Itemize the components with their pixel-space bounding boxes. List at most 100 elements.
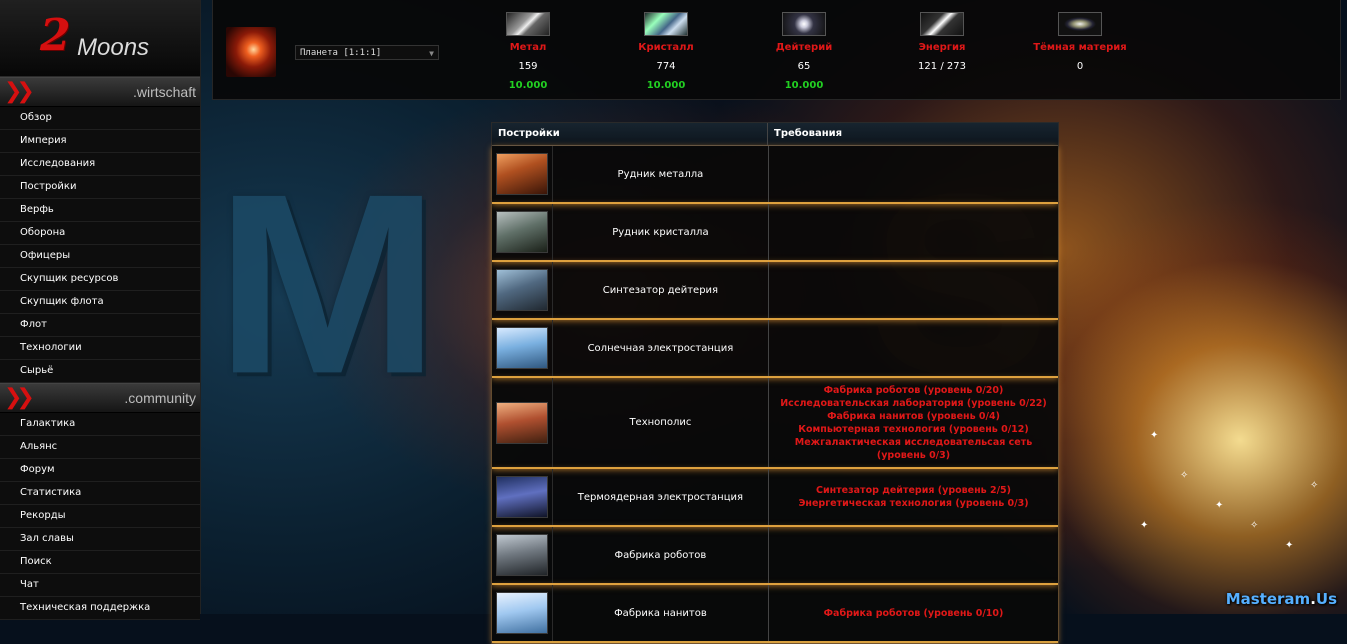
menu-item-technologies[interactable]: Технологии [0,337,200,360]
menu-item-alliance[interactable]: Альянс [0,436,200,459]
menu-section-title: .community [124,390,196,406]
building-name[interactable]: Термоядерная электростанция [553,469,770,525]
requirements-cell [769,527,1058,583]
building-image[interactable] [495,327,548,369]
resource-name: Тёмная материя [1033,42,1127,53]
building-image[interactable] [495,476,548,518]
table-row: Рудник металла [492,146,1058,204]
menu-item-galaxy[interactable]: Галактика [0,413,200,436]
menu-item-research[interactable]: Исследования [0,153,200,176]
table-row: Термоядерная электростанция Синтезатор д… [492,469,1058,527]
requirement-line: Фабрика нанитов (уровень 0/4) [827,410,1000,422]
resource-name: Энергия [918,42,966,53]
menu-item-officers[interactable]: Офицеры [0,245,200,268]
resource-dark-matter: Тёмная материя 0 [1010,12,1150,92]
menu-item-statistics[interactable]: Статистика [0,482,200,505]
building-name[interactable]: Рудник кристалла [553,204,770,260]
menu-item-forum[interactable]: Форум [0,459,200,482]
sparkle-icon: ✧ [1250,520,1259,531]
left-menu: 2 Moons ❯❯ .wirtschaft Обзор Империя Исс… [0,0,201,620]
resource-metal: Метал 159 10.000 [458,12,598,92]
resource-capacity [1010,80,1150,92]
table-header: Постройки Требования [492,123,1058,146]
menu-item-fleet-trader[interactable]: Скупщик флота [0,291,200,314]
building-name[interactable]: Фабрика нанитов [553,585,770,641]
menu-item-buildings[interactable]: Постройки [0,176,200,199]
background-logo-art: M [215,141,440,428]
requirements-cell [769,146,1058,202]
menu-section-header-community: ❯❯ .community [0,383,200,413]
building-name[interactable]: Солнечная электростанция [553,320,770,376]
energy-icon [920,12,964,36]
planet-image[interactable] [226,27,276,77]
requirements-cell: Фабрика роботов (уровень 0/20) Исследова… [769,378,1058,467]
building-image[interactable] [495,269,548,311]
menu-item-hall-of-fame[interactable]: Зал славы [0,528,200,551]
planet-select[interactable]: Планета [1:1:1] ▼ [295,45,439,60]
requirement-line: Фабрика роботов (уровень 0/10) [823,607,1004,619]
planet-select-value: Планета [1:1:1] [300,48,382,58]
column-header-buildings: Постройки [492,123,768,145]
double-chevron-icon: ❯❯ [4,79,35,104]
menu-item-defense[interactable]: Оборона [0,222,200,245]
crystal-icon [644,12,688,36]
building-image[interactable] [495,401,548,444]
requirement-line: Синтезатор дейтерия (уровень 2/5) [815,485,1012,496]
resource-capacity: 10.000 [646,80,686,91]
building-name[interactable]: Технополис [553,378,770,467]
resource-energy: Энергия 121 / 273 [872,12,1012,92]
requirements-cell: Синтезатор дейтерия (уровень 2/5) Энерге… [769,469,1058,525]
resource-amount: 774 [656,61,676,72]
resource-capacity [872,80,1012,92]
menu-item-empire[interactable]: Империя [0,130,200,153]
resource-capacity: 10.000 [784,80,824,91]
building-name[interactable]: Фабрика роботов [553,527,770,583]
buildings-table: Постройки Требования Рудник металла Рудн… [491,122,1059,644]
menu-item-fleet[interactable]: Флот [0,314,200,337]
logo-word: Moons [77,34,150,61]
resource-capacity: 10.000 [508,80,548,91]
table-row: Технополис Фабрика роботов (уровень 0/20… [492,378,1058,469]
menu-item-search[interactable]: Поиск [0,551,200,574]
menu-item-raw-materials[interactable]: Сырьё [0,360,200,383]
resource-name: Кристалл [638,42,694,53]
requirements-cell: Фабрика роботов (уровень 0/10) [769,585,1058,641]
table-row: Солнечная электростанция [492,320,1058,378]
requirements-cell [769,204,1058,260]
building-name[interactable]: Рудник металла [553,146,770,202]
menu-section-header-wirtschaft: ❯❯ .wirtschaft [0,77,200,107]
resource-amount: 121 / 273 [918,61,966,72]
game-logo[interactable]: 2 Moons [0,0,200,77]
sparkle-icon: ✧ [1310,480,1319,491]
menu-item-chat[interactable]: Чат [0,574,200,597]
building-image[interactable] [495,592,548,634]
sparkle-icon: ✦ [1140,520,1149,531]
resource-bar: Планета [1:1:1] ▼ Метал 159 10.000 Крист… [212,0,1341,100]
building-image[interactable] [495,153,548,195]
resource-deuterium: Дейтерий 65 10.000 [734,12,874,92]
menu-item-shipyard[interactable]: Верфь [0,199,200,222]
deuterium-icon [782,12,826,36]
resource-name: Дейтерий [775,42,833,53]
watermark: Masteram.Us [1225,590,1337,608]
menu-section-title: .wirtschaft [132,84,196,100]
building-image[interactable] [495,211,548,253]
metal-icon [506,12,550,36]
dark-matter-icon [1058,12,1102,36]
sparkle-icon: ✦ [1150,430,1159,441]
sparkle-icon: ✦ [1285,540,1294,551]
menu-item-resource-trader[interactable]: Скупщик ресурсов [0,268,200,291]
building-image[interactable] [495,534,548,576]
table-row: Рудник кристалла [492,204,1058,262]
requirements-cell [769,262,1058,318]
requirements-cell [769,320,1058,376]
double-chevron-icon: ❯❯ [4,385,35,410]
menu-item-overview[interactable]: Обзор [0,107,200,130]
sparkle-icon: ✧ [1180,470,1189,481]
menu-item-support[interactable]: Техническая поддержка [0,597,200,620]
requirement-line: Фабрика роботов (уровень 0/20) [823,384,1004,396]
menu-item-records[interactable]: Рекорды [0,505,200,528]
requirement-line: Межгалактическая исследовательсая сеть (… [794,436,1033,461]
building-name[interactable]: Синтезатор дейтерия [553,262,770,318]
chevron-down-icon: ▼ [429,49,434,58]
